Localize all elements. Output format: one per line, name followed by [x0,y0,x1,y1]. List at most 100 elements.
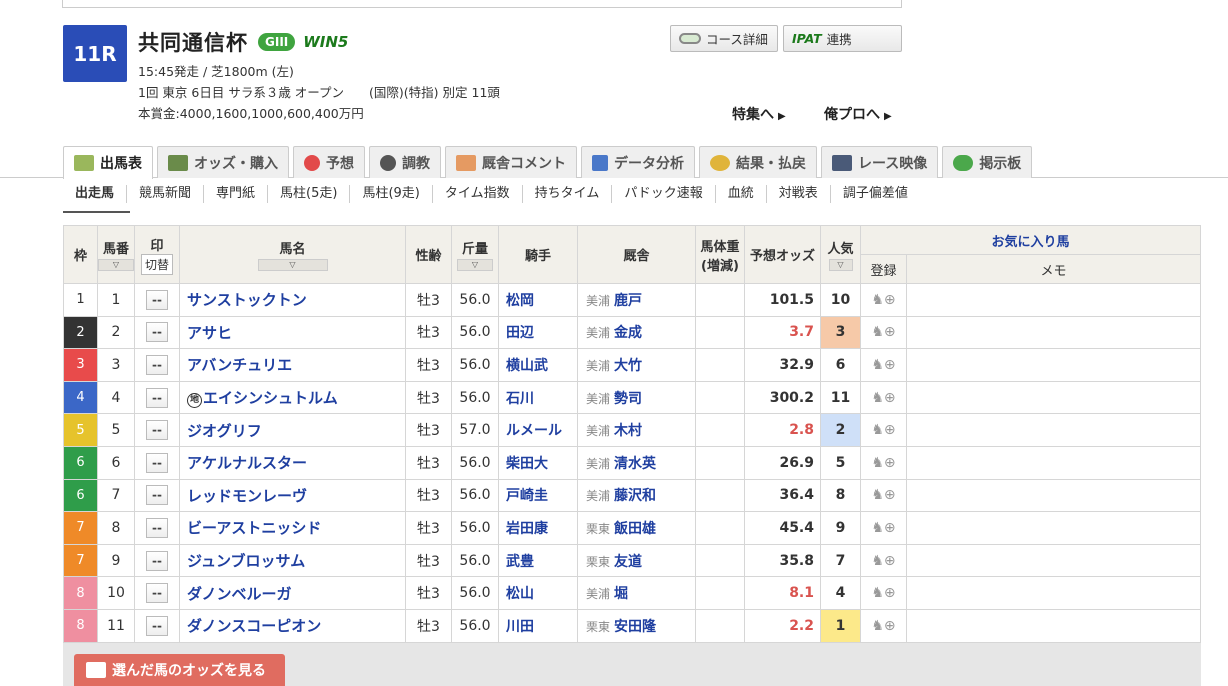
col-weight[interactable]: 斤量 ▽ [451,225,499,284]
jockey-link[interactable]: 川田 [498,608,578,643]
trainer-link[interactable]: 金成 [614,325,642,341]
add-favorite-icon[interactable]: ♞⊕ [871,422,895,438]
add-favorite-icon[interactable]: ♞⊕ [871,324,895,340]
subtab-pedigree[interactable]: 血統 [714,185,766,203]
mark-select[interactable]: -- [146,583,168,604]
tab-stable-comment[interactable]: 厩舎コメント [445,146,577,178]
jockey-link[interactable]: 田辺 [498,315,578,350]
sort-down-icon[interactable]: ▽ [828,259,853,271]
jockey-link[interactable]: 石川 [498,380,578,415]
special-link[interactable]: 特集へ ▶ [732,104,786,124]
memo-cell[interactable] [906,445,1201,480]
memo-cell[interactable] [906,576,1201,610]
horse-name-link[interactable]: アバンチュリエ [187,356,292,374]
add-favorite-icon[interactable]: ♞⊕ [871,520,895,536]
sort-down-icon[interactable]: ▽ [257,259,328,271]
memo-cell[interactable] [906,608,1201,643]
tab-race-video[interactable]: レース映像 [821,146,939,178]
subtab-past9[interactable]: 馬柱(9走) [349,185,431,203]
memo-cell[interactable] [906,348,1201,382]
view-odds-button[interactable]: 選んだ馬のオッズを見る [74,654,285,686]
horse-name-link[interactable]: アケルナルスター [187,454,307,472]
horse-name-link[interactable]: レッドモンレーヴ [187,487,307,505]
add-favorite-icon[interactable]: ♞⊕ [871,455,895,471]
jockey-link[interactable]: 岩田康 [498,511,578,545]
ipat-link-button[interactable]: IPAT 連携 [783,25,902,52]
add-favorite-icon[interactable]: ♞⊕ [871,585,895,601]
add-favorite-icon[interactable]: ♞⊕ [871,553,895,569]
subtab-matchup[interactable]: 対戦表 [765,185,830,203]
mark-select[interactable]: -- [146,354,168,375]
subtab-specialist[interactable]: 専門紙 [203,185,267,203]
subtab-entries[interactable]: 出走馬 [63,185,126,203]
mark-select[interactable]: -- [146,485,168,506]
add-favorite-icon[interactable]: ♞⊕ [871,292,895,308]
mark-select[interactable]: -- [146,615,168,636]
tab-data-analysis[interactable]: データ分析 [581,146,695,178]
jockey-link[interactable]: 松山 [498,576,578,610]
mark-select[interactable]: -- [146,387,168,408]
trainer-link[interactable]: 藤沢和 [614,488,656,504]
mark-toggle-button[interactable]: 切替 [140,253,173,275]
tab-odds[interactable]: オッズ・購入 [157,146,289,178]
pro-link[interactable]: 俺プロへ ▶ [824,104,892,124]
memo-cell[interactable] [906,478,1201,513]
mark-select[interactable]: -- [146,550,168,571]
memo-cell[interactable] [906,315,1201,350]
jockey-link[interactable]: 横山武 [498,348,578,382]
col-popularity[interactable]: 人気 ▽ [820,225,861,284]
jockey-link[interactable]: 戸崎圭 [498,478,578,513]
sort-down-icon[interactable]: ▽ [457,259,493,271]
tab-results[interactable]: 結果・払戻 [699,146,817,178]
trainer-link[interactable]: 友道 [614,554,642,570]
memo-cell[interactable] [906,283,1201,317]
mark-select[interactable]: -- [146,517,168,538]
add-favorite-icon[interactable]: ♞⊕ [871,357,895,373]
trainer-link[interactable]: 鹿戸 [614,293,642,309]
course-detail-button[interactable]: コース詳細 [670,25,778,52]
horse-name-link[interactable]: ジュンブロッサム [187,552,305,570]
trainer-link[interactable]: 飯田雄 [614,521,656,537]
mark-select[interactable]: -- [146,452,168,473]
add-favorite-icon[interactable]: ♞⊕ [871,618,895,634]
tab-training[interactable]: 調教 [369,146,441,178]
subtab-paddock[interactable]: パドック速報 [611,185,714,203]
horse-name-link[interactable]: ビーアストニッシド [187,519,321,537]
subtab-newspaper[interactable]: 競馬新聞 [126,185,203,203]
trainer-link[interactable]: 堀 [614,586,628,602]
horse-name-link[interactable]: エイシンシュトルム [203,389,338,407]
subtab-time-index[interactable]: タイム指数 [431,185,522,203]
tab-bbs[interactable]: 掲示板 [942,146,1033,178]
memo-cell[interactable] [906,380,1201,415]
horse-name-link[interactable]: ダノンスコーピオン [187,617,321,635]
memo-cell[interactable] [906,543,1201,578]
add-favorite-icon[interactable]: ♞⊕ [871,487,895,503]
tab-entries[interactable]: 出馬表 [63,146,153,179]
trainer-link[interactable]: 木村 [614,423,642,439]
subtab-condition[interactable]: 調子偏差値 [829,185,920,203]
mark-select[interactable]: -- [146,322,168,343]
subtab-best-time[interactable]: 持ちタイム [521,185,612,203]
col-name[interactable]: 馬名 ▽ [179,225,406,284]
sort-down-icon[interactable]: ▽ [98,259,134,271]
mark-select[interactable]: -- [146,420,168,441]
trainer-link[interactable]: 安田隆 [614,619,656,635]
add-favorite-icon[interactable]: ♞⊕ [871,390,895,406]
jockey-link[interactable]: 松岡 [498,283,578,317]
mark-select[interactable]: -- [146,289,168,310]
horse-name-link[interactable]: ダノンベルーガ [187,585,292,603]
win5-logo[interactable]: WIN5 [303,33,348,51]
race-name[interactable]: 共同通信杯 [138,27,248,57]
horse-name-link[interactable]: ジオグリフ [187,422,262,440]
memo-cell[interactable] [906,413,1201,447]
col-umaban[interactable]: 馬番 ▽ [97,225,135,284]
subtab-past5[interactable]: 馬柱(5走) [267,185,349,203]
trainer-link[interactable]: 勢司 [614,391,642,407]
trainer-link[interactable]: 大竹 [614,358,642,374]
horse-name-link[interactable]: アサヒ [187,324,232,342]
jockey-link[interactable]: 柴田大 [498,445,578,480]
jockey-link[interactable]: ルメール [498,413,578,447]
memo-cell[interactable] [906,511,1201,545]
trainer-link[interactable]: 清水英 [614,456,656,472]
jockey-link[interactable]: 武豊 [498,543,578,578]
